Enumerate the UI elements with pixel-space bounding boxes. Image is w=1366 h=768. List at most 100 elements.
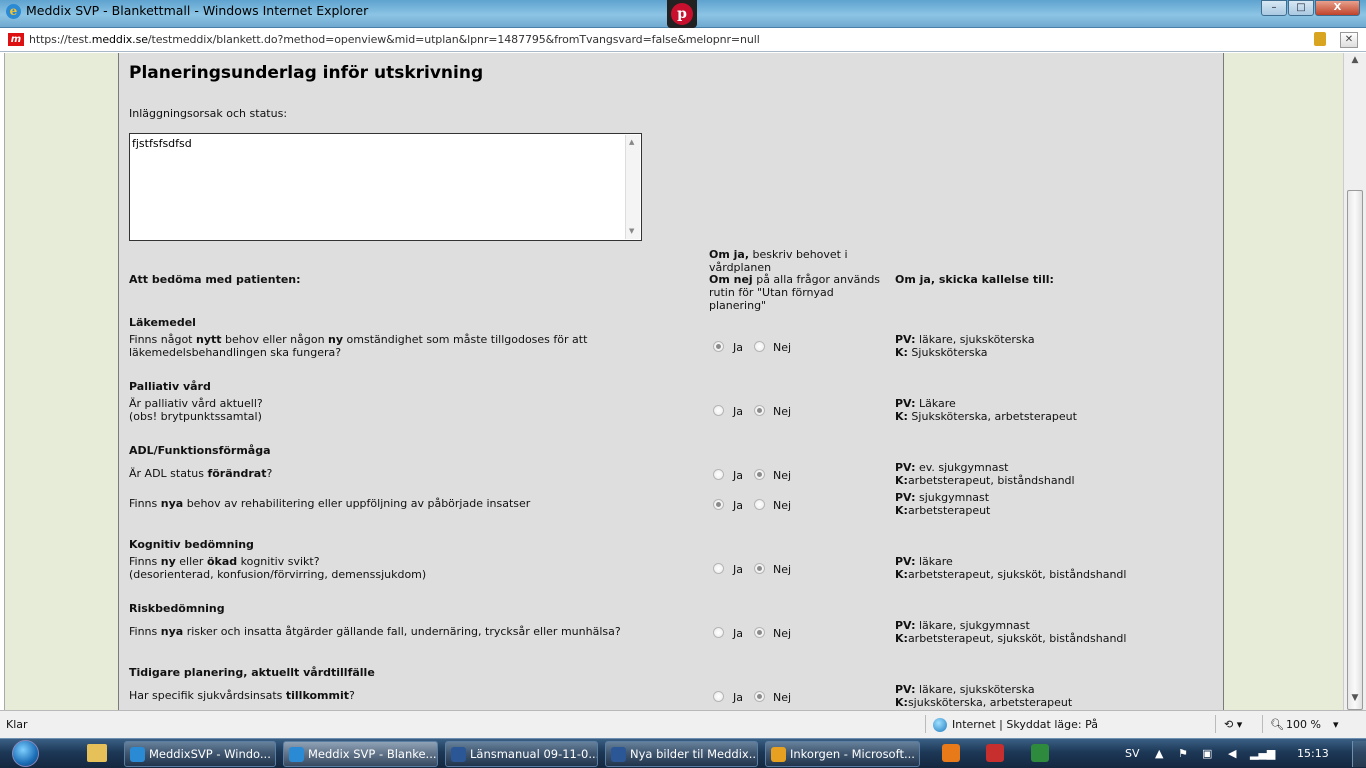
radio-label-nej: Nej [773,691,792,704]
radio-adl-rehab-nej[interactable] [754,499,765,510]
question-risk: Finns nya risker och insatta åtgärder gä… [129,625,621,638]
p-logo-icon: p [671,3,693,25]
zoom-level[interactable]: 100 % [1286,718,1321,731]
section-heading-adl: ADL/Funktionsförmåga [129,444,271,457]
clock[interactable]: 15:13 [1297,747,1329,760]
textarea-scrollbar[interactable]: ▲ ▼ [625,135,640,239]
task-inkorgen[interactable]: Inkorgen - Microsoft... [765,741,920,767]
taskbar: MeddixSVP - Windo... Meddix SVP - Blanke… [0,738,1366,768]
notify-k-tidigare: K:sjuksköterska, arbetsterapeut [895,696,1073,709]
question-palliativ-line2: (obs! brytpunktssamtal) [129,410,262,423]
question-adl-rehab: Finns nya behov av rehabilitering eller … [129,497,531,510]
radio-lakemedel-ja[interactable] [713,341,724,352]
zoom-dropdown-icon[interactable]: ▾ [1333,718,1339,731]
quicklaunch-icon[interactable] [986,744,1004,762]
radio-adl-status-ja[interactable] [713,469,724,480]
ie-icon [130,747,145,762]
status-text: Klar [6,718,28,731]
security-zone[interactable]: Internet | Skyddat läge: På [952,718,1098,731]
status-divider [925,715,926,733]
status-divider [1262,715,1263,733]
task-meddix-blankett[interactable]: Meddix SVP - Blanke... [283,741,438,767]
radio-adl-rehab-ja[interactable] [713,499,724,510]
notify-pv-tidigare: PV: läkare, sjuksköterska [895,683,1035,696]
describe-header-line5: planering" [709,299,767,312]
scroll-up-icon[interactable]: ▲ [1348,55,1362,69]
signal-icon[interactable]: ▂▄▆ [1250,747,1275,760]
assess-column-header: Att bedöma med patienten: [129,273,301,286]
radio-palliativ-nej[interactable] [754,405,765,416]
radio-label-ja: Ja [733,341,743,354]
notify-k-adl-status: K:arbetsterapeut, biståndshandl [895,474,1075,487]
maximize-button[interactable]: □ [1288,0,1314,16]
close-button[interactable]: X [1315,0,1360,16]
radio-risk-nej[interactable] [754,627,765,638]
window-titlebar: e Meddix SVP - Blankettmall - Windows In… [0,0,1366,28]
status-bar: Klar Internet | Skyddat läge: På ⟲ ▾ 🔍︎ … [0,710,1366,738]
radio-palliativ-ja[interactable] [713,405,724,416]
question-adl-status: Är ADL status förändrat? [129,467,273,480]
radio-tidigare-nej[interactable] [754,691,765,702]
radio-tidigare-ja[interactable] [713,691,724,702]
radio-label-ja: Ja [733,691,743,704]
notify-k-palliativ: K: Sjuksköterska, arbetsterapeut [895,410,1077,423]
volume-icon[interactable]: ◀ [1228,747,1236,760]
notify-pv-adl-status: PV: ev. sjukgymnast [895,461,1009,474]
question-lakemedel: Finns något nytt behov eller någon ny om… [129,333,588,346]
question-kognitiv-line2: (desorienterad, konfusion/förvirring, de… [129,568,427,581]
word-icon [451,747,466,762]
notify-k-risk: K:arbetsterapeut, sjuksköt, biståndshand… [895,632,1127,645]
section-heading-lakemedel: Läkemedel [129,316,196,329]
protected-mode-icon[interactable]: ⟲ ▾ [1224,718,1242,731]
task-lansmanual[interactable]: Länsmanual 09-11-0... [445,741,598,767]
excel-icon[interactable] [1031,744,1049,762]
vertical-scrollbar[interactable]: ▲ ▼ [1343,53,1366,710]
radio-adl-status-nej[interactable] [754,469,765,480]
radio-risk-ja[interactable] [713,627,724,638]
language-indicator[interactable]: SV [1125,747,1140,760]
section-heading-risk: Riskbedömning [129,602,225,615]
word-icon [611,747,626,762]
notify-column-header: Om ja, skicka kallelse till: [895,273,1054,286]
outlook-icon [771,747,786,762]
radio-kognitiv-ja[interactable] [713,563,724,574]
scroll-down-icon[interactable]: ▼ [1348,693,1362,707]
reason-label: Inläggningsorsak och status: [129,107,288,120]
globe-icon [933,718,947,732]
section-heading-tidigare: Tidigare planering, aktuellt vårdtillfäl… [129,666,375,679]
scroll-thumb[interactable] [1347,190,1363,710]
network-icon[interactable]: ▣ [1202,747,1212,760]
meddix-favicon-icon: m [8,33,24,46]
describe-header-line3: Om nej på alla frågor används [709,273,881,286]
quicklaunch-icon[interactable] [942,744,960,762]
radio-lakemedel-nej[interactable] [754,341,765,352]
start-button[interactable] [6,739,46,768]
windows-logo-icon [12,740,39,767]
notify-pv-lakemedel: PV: läkare, sjuksköterska [895,333,1035,346]
flag-icon[interactable]: ⚑ [1178,747,1188,760]
address-bar[interactable]: m https://test.meddix.se/testmeddix/blan… [0,28,1366,52]
section-heading-kognitiv: Kognitiv bedömning [129,538,254,551]
stop-icon[interactable]: ✕ [1340,32,1358,48]
status-divider [1215,715,1216,733]
reason-textarea[interactable]: fjstfsfsdfsd [129,133,642,241]
lock-icon[interactable] [1314,32,1326,46]
radio-label-nej: Nej [773,405,792,418]
notify-k-adl-rehab: K:arbetsterapeut [895,504,991,517]
section-heading-palliativ: Palliativ vård [129,380,211,393]
task-nya-bilder[interactable]: Nya bilder til Meddix... [605,741,758,767]
app-badge[interactable]: p [667,0,697,28]
notify-pv-risk: PV: läkare, sjukgymnast [895,619,1030,632]
left-frame-edge [0,53,5,710]
url-text[interactable]: https://test.meddix.se/testmeddix/blanke… [29,33,760,46]
radio-kognitiv-nej[interactable] [754,563,765,574]
question-tidigare: Har specifik sjukvårdsinsats tillkommit? [129,689,355,702]
radio-label-ja: Ja [733,499,743,512]
minimize-button[interactable]: – [1261,0,1287,16]
radio-label-nej: Nej [773,469,792,482]
describe-header-line1: Om ja, beskriv behovet i [709,248,848,261]
task-meddixsvp-window[interactable]: MeddixSVP - Windo... [124,741,276,767]
tray-expand-icon[interactable]: ▲ [1155,747,1163,760]
folder-icon[interactable] [87,744,107,762]
show-desktop-button[interactable] [1352,741,1366,767]
